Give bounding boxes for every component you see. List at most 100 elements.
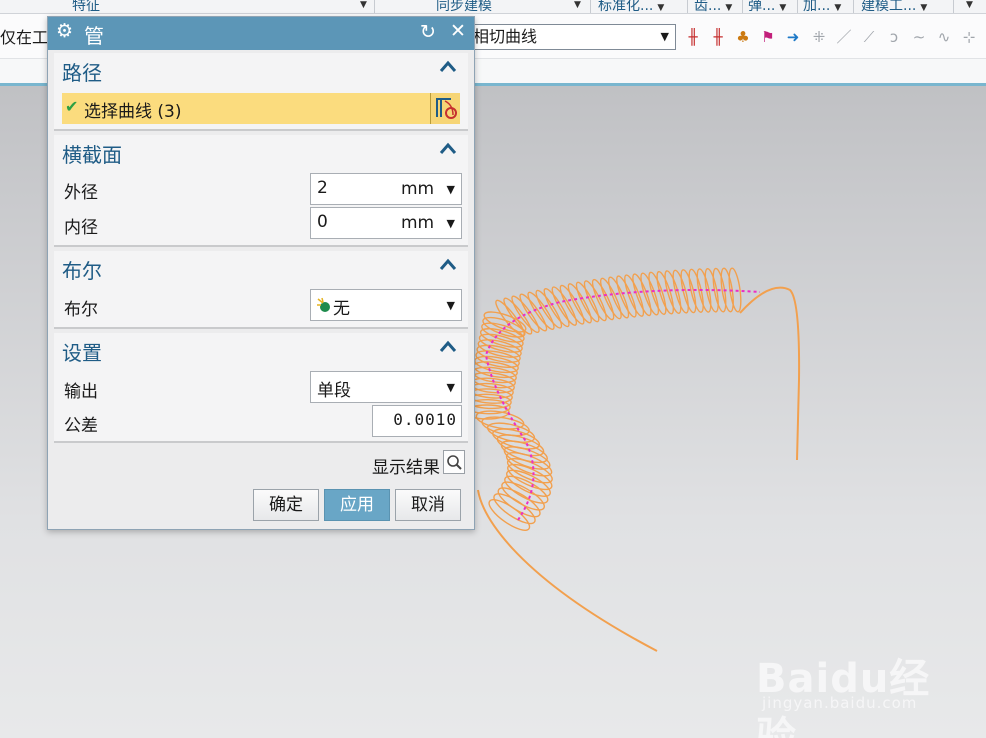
ribbon-group-sync-dropdown[interactable]: ▼ bbox=[570, 0, 581, 13]
ribbon-group-label: 齿... bbox=[694, 0, 722, 14]
spring-coil bbox=[616, 275, 637, 318]
ribbon-group-gear[interactable]: 齿... ▼ bbox=[694, 0, 733, 14]
slash-icon[interactable]: ⟋ bbox=[858, 26, 880, 48]
lead-curve bbox=[477, 489, 658, 652]
section-path: 路径 ✔ 选择曲线 (3) bbox=[54, 53, 468, 131]
spring-coils bbox=[464, 267, 742, 531]
ribbon-group-feature[interactable]: 特征 bbox=[72, 0, 100, 14]
path-icon[interactable]: ⚑ bbox=[757, 26, 779, 48]
collapse-icon[interactable] bbox=[438, 255, 458, 275]
curve-rule-value: 相切曲线 bbox=[473, 27, 538, 46]
dialog-title: 管 bbox=[84, 24, 104, 48]
arrow-right-icon[interactable]: ➜ bbox=[782, 26, 804, 48]
curve-pick-icon[interactable] bbox=[430, 93, 460, 124]
outer-diameter-field[interactable]: 2 mm ▼ bbox=[310, 173, 462, 205]
section-boolean: 布尔 布尔 无 ▼ bbox=[54, 251, 468, 329]
ribbon-group-label: 同步建模 bbox=[436, 0, 492, 14]
ribbon-group-feature-dropdown[interactable]: ▼ bbox=[356, 0, 367, 13]
spline-icon[interactable]: ∿ bbox=[933, 26, 955, 48]
curve-rule-select[interactable]: 相切曲线 ▼ bbox=[462, 24, 676, 50]
chevron-down-icon[interactable]: ▼ bbox=[447, 217, 455, 230]
chevron-down-icon: ▼ bbox=[574, 0, 581, 10]
chevron-down-icon[interactable]: ▼ bbox=[447, 183, 455, 196]
chevron-down-icon: ▼ bbox=[920, 3, 928, 13]
spring-coil bbox=[583, 280, 607, 322]
spring-coil bbox=[624, 274, 645, 317]
output-value: 单段 bbox=[317, 381, 351, 401]
boolean-none-icon bbox=[316, 297, 332, 318]
collapse-icon[interactable] bbox=[438, 337, 458, 357]
inner-diameter-label: 内径 bbox=[64, 218, 98, 238]
ok-button[interactable]: 确定 bbox=[253, 489, 319, 521]
outer-diameter-unit: mm bbox=[401, 179, 435, 199]
tube-dialog: ⚙ 管 ↻ ✕ 路径 ✔ 选择曲线 (3) 横截面 外径 2 mm ▼ 内径 0… bbox=[47, 16, 475, 530]
section-settings: 设置 输出 单段 ▼ 公差 0.0010 bbox=[54, 333, 468, 443]
collapse-icon[interactable] bbox=[438, 139, 458, 159]
ribbon-group-modeling-tools[interactable]: 建模工... ▼ bbox=[861, 0, 928, 14]
gear-icon[interactable]: ⚙ bbox=[56, 20, 73, 42]
ribbon-group-machining[interactable]: 加... ▼ bbox=[803, 0, 841, 13]
tolerance-value: 0.0010 bbox=[393, 410, 457, 429]
snap-points-icon[interactable]: ⁜ bbox=[808, 26, 830, 48]
output-label: 输出 bbox=[64, 382, 98, 402]
ribbon-group-label: 建模工... bbox=[861, 0, 917, 14]
ribbon-group-label: 特征 bbox=[72, 0, 100, 14]
reset-icon[interactable]: ↻ bbox=[420, 21, 436, 43]
dialog-title-bar[interactable]: ⚙ 管 ↻ ✕ bbox=[48, 17, 474, 50]
spring-coil bbox=[728, 267, 742, 313]
check-icon: ✔ bbox=[65, 97, 79, 116]
line-icon[interactable]: ／ bbox=[833, 26, 855, 48]
magnifier-icon[interactable] bbox=[443, 450, 465, 474]
section-heading: 布尔 bbox=[62, 259, 102, 283]
ribbon-group-standard[interactable]: 标准化... ▼ bbox=[598, 0, 665, 14]
ribbon-group-sync-modeling[interactable]: 同步建模 bbox=[436, 0, 492, 14]
section-heading: 设置 bbox=[62, 341, 102, 365]
chevron-down-icon[interactable]: ▼ bbox=[447, 299, 455, 312]
select-curve-row[interactable]: ✔ 选择曲线 (3) bbox=[62, 93, 460, 124]
inner-diameter-field[interactable]: 0 mm ▼ bbox=[310, 207, 462, 239]
inner-diameter-value: 0 bbox=[317, 212, 328, 232]
spring-coil bbox=[607, 276, 630, 319]
watermark-url: jingyan.baidu.com bbox=[762, 694, 918, 712]
cancel-button[interactable]: 取消 bbox=[395, 489, 461, 521]
separator bbox=[742, 0, 743, 13]
spring-coil bbox=[591, 278, 615, 321]
ribbon-overflow-dropdown[interactable]: ▼ bbox=[962, 0, 973, 13]
stop-at-intersection-icon[interactable]: ╫ bbox=[682, 26, 704, 48]
tail-curve bbox=[739, 286, 801, 461]
inner-diameter-unit: mm bbox=[401, 213, 435, 233]
apply-button[interactable]: 应用 bbox=[324, 489, 390, 521]
spring-coil bbox=[696, 268, 712, 313]
hook-icon[interactable]: ↄ bbox=[883, 26, 905, 48]
show-result-label: 显示结果 bbox=[372, 458, 440, 478]
cross-icon[interactable]: ⊹ bbox=[958, 26, 980, 48]
chevron-down-icon: ▼ bbox=[725, 3, 733, 13]
tolerance-field[interactable]: 0.0010 bbox=[372, 405, 462, 437]
separator bbox=[853, 0, 854, 13]
ribbon-group-label: 弹... bbox=[748, 0, 776, 14]
boolean-label: 布尔 bbox=[64, 300, 98, 320]
ribbon-group-label: 标准化... bbox=[598, 0, 654, 14]
chevron-down-icon: ▼ bbox=[660, 30, 669, 43]
chevron-down-icon: ▼ bbox=[360, 0, 367, 10]
section-heading: 横截面 bbox=[62, 143, 122, 167]
tolerance-label: 公差 bbox=[64, 416, 98, 436]
close-icon[interactable]: ✕ bbox=[450, 20, 466, 42]
spring-coil bbox=[575, 281, 600, 323]
wave-icon[interactable]: ∼ bbox=[908, 26, 930, 48]
spring-coil bbox=[599, 277, 622, 320]
outer-diameter-value: 2 bbox=[317, 178, 328, 198]
follow-fillet-icon[interactable]: ╫ bbox=[707, 26, 729, 48]
output-select[interactable]: 单段 ▼ bbox=[310, 371, 462, 403]
chevron-down-icon[interactable]: ▼ bbox=[447, 381, 455, 394]
spring-coil bbox=[632, 273, 652, 317]
section-cross-section: 横截面 外径 2 mm ▼ 内径 0 mm ▼ bbox=[54, 135, 468, 247]
feature-curves-icon[interactable]: ♣ bbox=[732, 26, 754, 48]
separator bbox=[687, 0, 688, 13]
chevron-down-icon: ▼ bbox=[657, 3, 665, 13]
separator bbox=[590, 0, 591, 13]
boolean-select[interactable]: 无 ▼ bbox=[310, 289, 462, 321]
watermark-brand: Baidu经验 bbox=[756, 656, 931, 738]
collapse-icon[interactable] bbox=[438, 57, 458, 77]
ribbon-group-spring[interactable]: 弹... ▼ bbox=[748, 0, 786, 14]
